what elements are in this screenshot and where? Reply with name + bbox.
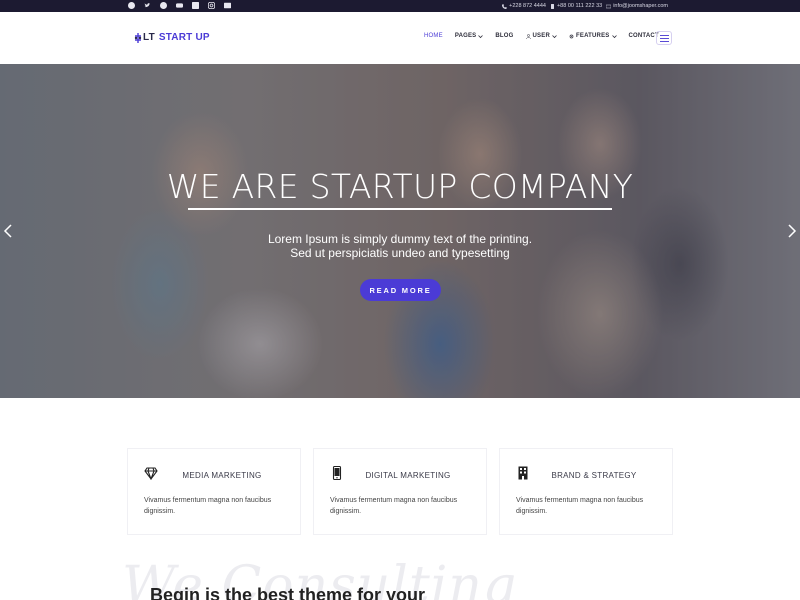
- nav-contact[interactable]: CONTACT: [629, 33, 659, 39]
- phone-icon: [502, 3, 508, 9]
- feature-desc: Vivamus fermentum magna non faucibus dig…: [330, 497, 458, 515]
- gear-icon: [569, 34, 574, 38]
- logo-mark-icon: [134, 32, 142, 43]
- facebook-icon[interactable]: [127, 1, 136, 10]
- flickr-icon[interactable]: [223, 1, 232, 10]
- feature-card: MEDIA MARKETING Vivamus fermentum magna …: [127, 448, 301, 535]
- contact-info: +228 872 4444 +88 00 111 222 33 info@joo…: [502, 0, 668, 12]
- hero-title: WE ARE STARTUP COMPANY: [166, 167, 634, 206]
- hero-divider: [188, 208, 612, 210]
- chevron-right-icon: [788, 224, 797, 238]
- feature-title: DIGITAL MARKETING: [365, 471, 451, 480]
- nav-blog[interactable]: BLOG: [495, 33, 513, 39]
- read-more-button[interactable]: READ MORE: [360, 279, 441, 301]
- top-bar: +228 872 4444 +88 00 111 222 33 info@joo…: [0, 0, 800, 12]
- pinterest-icon[interactable]: [159, 1, 168, 10]
- feature-card: BRAND & STRATEGY Vivamus fermentum magna…: [499, 448, 673, 535]
- feature-card: DIGITAL MARKETING Vivamus fermentum magn…: [313, 448, 487, 535]
- logo-name-text: START UP: [158, 32, 210, 43]
- feature-desc: Vivamus fermentum magna non faucibus dig…: [144, 497, 272, 515]
- envelope-icon: [606, 4, 612, 8]
- feature-desc: Vivamus fermentum magna non faucibus dig…: [516, 497, 644, 515]
- mobile-icon: [550, 3, 554, 9]
- nav-pages[interactable]: PAGES: [455, 33, 484, 39]
- nav-user[interactable]: USER: [525, 33, 557, 39]
- youtube-icon[interactable]: [175, 1, 184, 10]
- hero-slider: WE ARE STARTUP COMPANY Lorem Ipsum is si…: [0, 64, 800, 398]
- twitter-icon[interactable]: [143, 1, 152, 10]
- nav-features[interactable]: FEATURES: [569, 33, 617, 39]
- social-links: [127, 1, 232, 10]
- feature-cards: MEDIA MARKETING Vivamus fermentum magna …: [127, 448, 673, 535]
- hamburger-line: [659, 34, 669, 36]
- logo-lt-text: LT: [143, 32, 155, 43]
- site-logo[interactable]: LT START UP: [134, 32, 210, 43]
- chevron-down-icon: [478, 34, 484, 38]
- slider-next-button[interactable]: [787, 224, 797, 238]
- slider-prev-button[interactable]: [3, 224, 13, 238]
- email-link[interactable]: info@joomshaper.com: [606, 3, 668, 9]
- phone-2: +88 00 111 222 33: [550, 3, 602, 9]
- chevron-down-icon: [552, 34, 557, 38]
- offcanvas-menu-button[interactable]: [656, 31, 672, 45]
- hamburger-line: [659, 40, 669, 42]
- section-title: Begin is the best theme for your: [150, 585, 426, 600]
- nav-home[interactable]: HOME: [424, 33, 443, 39]
- feature-title: MEDIA MARKETING: [182, 471, 262, 480]
- hero-content: WE ARE STARTUP COMPANY Lorem Ipsum is si…: [0, 64, 800, 398]
- chevron-left-icon: [3, 224, 12, 238]
- main-nav: HOME PAGES BLOG USER FEATURES CONTACT: [424, 33, 671, 39]
- hero-subtitle: Lorem Ipsum is simply dummy text of the …: [267, 232, 533, 260]
- hamburger-line: [659, 37, 669, 39]
- site-header: LT START UP HOME PAGES BLOG USER FEATURE…: [0, 12, 800, 64]
- user-icon: [525, 33, 531, 39]
- linkedin-icon[interactable]: [191, 1, 200, 10]
- phone-1: +228 872 4444: [502, 3, 546, 9]
- instagram-icon[interactable]: [207, 1, 216, 10]
- feature-title: BRAND & STRATEGY: [551, 471, 637, 480]
- chevron-down-icon: [611, 34, 617, 38]
